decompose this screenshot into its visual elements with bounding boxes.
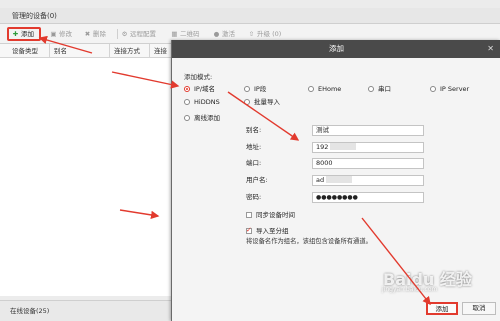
cancel-button[interactable]: 取消 <box>462 302 496 315</box>
dialog-title: 添加 <box>172 40 500 58</box>
radio-icon <box>244 99 250 105</box>
activate-button[interactable]: ● 激活 <box>213 28 235 40</box>
mode-radio-batch-import[interactable]: 批量导入 <box>244 97 280 107</box>
upgrade-icon: ⇧ <box>248 30 255 38</box>
delete-icon: ✖ <box>84 30 91 38</box>
radio-icon <box>430 86 436 92</box>
edit-icon: ▣ <box>50 30 57 38</box>
plus-icon: ✚ <box>12 30 19 38</box>
confirm-add-button[interactable]: 添加 <box>426 302 458 315</box>
address-value: 192 <box>316 143 329 151</box>
edit-button[interactable]: ▣ 修改 <box>50 28 72 40</box>
mode-radio-hiddns[interactable]: HiDDNS <box>184 97 220 107</box>
radio-selected-icon <box>184 86 190 92</box>
remote-config-button[interactable]: ⚙ 远程配置 <box>121 28 156 40</box>
mode-radio-ip-domain[interactable]: IP/域名 <box>184 84 215 94</box>
qr-code-icon: ▦ <box>171 30 178 38</box>
mode-radio-ip-server[interactable]: IP Server <box>430 84 469 94</box>
password-label: 密码: <box>246 193 262 201</box>
group-hint-text: 将设备名作为组名，该组包含设备所有通道。 <box>246 238 372 245</box>
upgrade-button[interactable]: ⇧ 升级 (0) <box>248 28 282 40</box>
qr-code-button[interactable]: ▦ 二维码 <box>171 28 199 40</box>
toolbar-divider <box>117 29 118 39</box>
column-header-connection-mode[interactable]: 连接方式 <box>110 44 150 58</box>
alias-field[interactable]: 测试 <box>312 125 424 136</box>
redacted-blur <box>330 143 357 150</box>
baidu-watermark-url: jingyan.baidu.com <box>382 286 438 293</box>
mode-radio-ip-segment[interactable]: IP段 <box>244 84 266 94</box>
gear-icon: ⚙ <box>121 30 128 38</box>
add-mode-label: 添加模式: <box>184 73 213 81</box>
radio-icon <box>184 99 190 105</box>
close-icon[interactable]: ✕ <box>487 40 494 58</box>
checkbox-icon <box>246 212 252 218</box>
checkbox-checked-icon <box>246 225 252 235</box>
delete-button[interactable]: ✖ 删除 <box>84 28 106 40</box>
radio-icon <box>184 115 190 121</box>
radio-icon <box>244 86 250 92</box>
mode-radio-ehome[interactable]: EHome <box>308 84 341 94</box>
import-to-group-checkbox[interactable]: 导入至分组 <box>246 225 289 236</box>
mode-radio-serial[interactable]: 串口 <box>368 84 391 94</box>
redacted-blur <box>326 176 353 183</box>
password-field[interactable]: ●●●●●●●● <box>312 192 424 203</box>
mode-radio-offline[interactable]: 离线添加 <box>184 113 220 123</box>
radio-icon <box>368 86 374 92</box>
alias-label: 别名: <box>246 126 262 134</box>
address-field[interactable]: 192 <box>312 142 424 153</box>
username-label: 用户名: <box>246 176 268 184</box>
username-value: ad <box>316 176 325 184</box>
column-header-device-type[interactable]: 设备类型 <box>8 44 50 58</box>
port-label: 端口: <box>246 159 262 167</box>
radio-icon <box>308 86 314 92</box>
managed-devices-title: 管理的设备(0) <box>0 8 500 24</box>
column-header-connection[interactable]: 连接 <box>150 44 172 58</box>
column-header-alias[interactable]: 别名 <box>50 44 110 58</box>
address-label: 地址: <box>246 143 262 151</box>
username-field[interactable]: ad <box>312 175 424 186</box>
sync-time-checkbox[interactable]: 同步设备时间 <box>246 210 295 220</box>
activate-icon: ● <box>213 30 220 38</box>
port-field[interactable]: 8000 <box>312 158 424 169</box>
add-device-button[interactable]: ✚ 添加 <box>7 27 41 41</box>
